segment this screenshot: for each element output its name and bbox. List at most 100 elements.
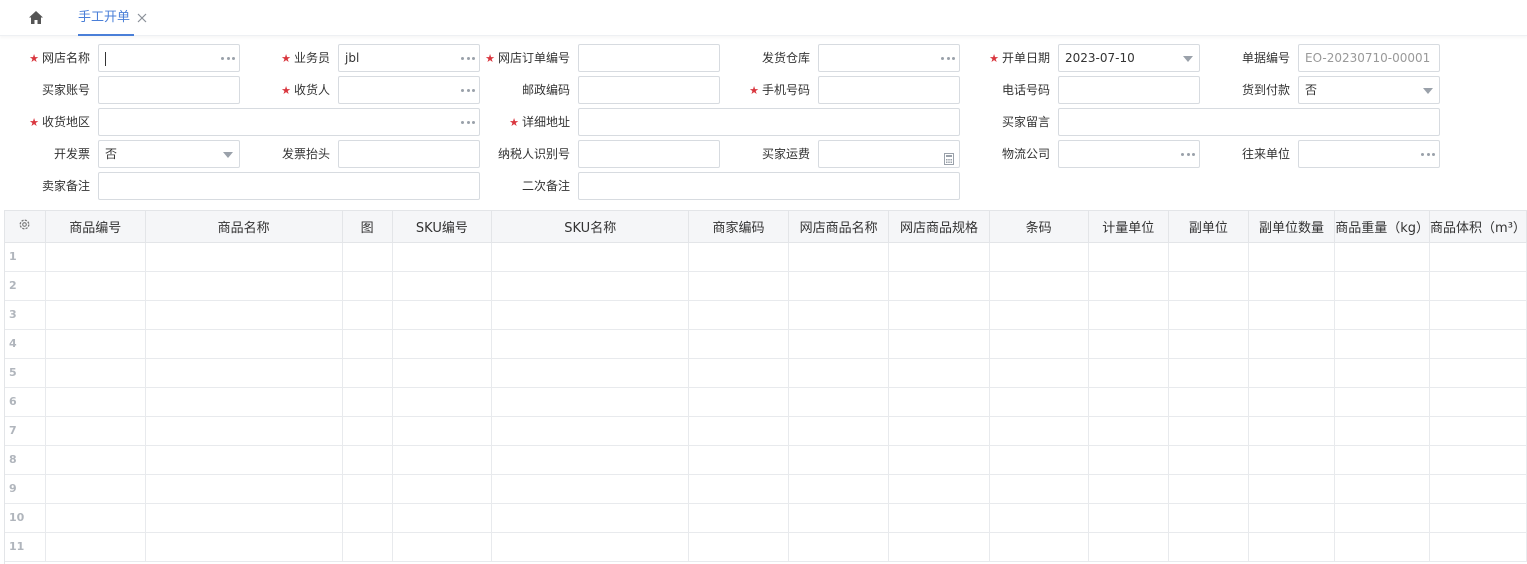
- table-cell[interactable]: [1429, 242, 1527, 272]
- table-cell[interactable]: [1248, 503, 1336, 533]
- table-cell[interactable]: [45, 445, 146, 475]
- table-cell[interactable]: [1168, 474, 1249, 504]
- table-cell[interactable]: [688, 416, 789, 446]
- column-header[interactable]: 商品体积（m³）: [1429, 211, 1527, 243]
- invoice-title-input[interactable]: [338, 140, 480, 168]
- table-cell[interactable]: [1248, 300, 1336, 330]
- table-cell[interactable]: [145, 445, 343, 475]
- table-cell[interactable]: [1168, 387, 1249, 417]
- column-header[interactable]: SKU名称: [491, 211, 690, 243]
- table-cell[interactable]: [888, 300, 990, 330]
- table-cell[interactable]: [342, 300, 393, 330]
- table-cell[interactable]: [145, 242, 343, 272]
- column-header[interactable]: 商品重量（kg）: [1334, 211, 1430, 243]
- column-header[interactable]: SKU编号: [392, 211, 493, 243]
- logistics-field[interactable]: [1058, 140, 1200, 168]
- table-cell[interactable]: [989, 445, 1089, 475]
- table-cell[interactable]: [45, 532, 146, 562]
- table-cell[interactable]: [688, 503, 789, 533]
- table-cell[interactable]: [888, 503, 990, 533]
- table-row[interactable]: 11: [5, 532, 1527, 562]
- column-header[interactable]: 副单位数量: [1248, 211, 1336, 243]
- calculator-icon[interactable]: [944, 148, 954, 165]
- table-cell[interactable]: [392, 358, 493, 388]
- table-cell[interactable]: [342, 242, 393, 272]
- table-cell[interactable]: [1248, 445, 1336, 475]
- cod-select[interactable]: 否: [1298, 76, 1440, 104]
- table-cell[interactable]: [45, 503, 146, 533]
- table-cell[interactable]: [45, 271, 146, 301]
- table-cell[interactable]: [1248, 358, 1336, 388]
- table-cell[interactable]: [989, 242, 1089, 272]
- table-cell[interactable]: [688, 445, 789, 475]
- table-cell[interactable]: [145, 358, 343, 388]
- table-cell[interactable]: [989, 503, 1089, 533]
- column-header[interactable]: 计量单位: [1088, 211, 1169, 243]
- table-cell[interactable]: [342, 387, 393, 417]
- column-header[interactable]: 网店商品规格: [888, 211, 990, 243]
- table-cell[interactable]: [1168, 445, 1249, 475]
- table-cell[interactable]: [392, 242, 493, 272]
- invoice-select[interactable]: 否: [98, 140, 240, 168]
- table-cell[interactable]: [1429, 358, 1527, 388]
- table-cell[interactable]: [1168, 242, 1249, 272]
- table-cell[interactable]: [392, 416, 493, 446]
- table-cell[interactable]: [45, 300, 146, 330]
- table-cell[interactable]: [688, 300, 789, 330]
- table-cell[interactable]: [1334, 503, 1430, 533]
- table-cell[interactable]: [888, 271, 990, 301]
- table-cell[interactable]: [989, 358, 1089, 388]
- salesperson-field[interactable]: jbl: [338, 44, 480, 72]
- table-cell[interactable]: [491, 329, 690, 359]
- table-cell[interactable]: [688, 242, 789, 272]
- column-header[interactable]: 商家编码: [688, 211, 789, 243]
- address-input[interactable]: [578, 108, 960, 136]
- table-cell[interactable]: [45, 416, 146, 446]
- chevron-down-icon[interactable]: [1423, 88, 1433, 94]
- table-cell[interactable]: [491, 242, 690, 272]
- gear-icon[interactable]: [5, 211, 46, 243]
- table-cell[interactable]: [45, 242, 146, 272]
- table-cell[interactable]: [1088, 358, 1169, 388]
- table-cell[interactable]: [1248, 329, 1336, 359]
- table-cell[interactable]: [1168, 329, 1249, 359]
- seller-note-input[interactable]: [98, 172, 480, 200]
- table-cell[interactable]: [491, 445, 690, 475]
- table-cell[interactable]: [1088, 445, 1169, 475]
- table-cell[interactable]: [888, 358, 990, 388]
- table-cell[interactable]: [392, 387, 493, 417]
- table-cell[interactable]: [392, 503, 493, 533]
- table-cell[interactable]: [45, 387, 146, 417]
- table-cell[interactable]: [888, 416, 990, 446]
- table-cell[interactable]: [45, 329, 146, 359]
- table-cell[interactable]: [688, 271, 789, 301]
- table-cell[interactable]: [392, 532, 493, 562]
- table-cell[interactable]: [1429, 387, 1527, 417]
- table-cell[interactable]: [1168, 416, 1249, 446]
- table-cell[interactable]: [145, 532, 343, 562]
- table-cell[interactable]: [1248, 532, 1336, 562]
- table-cell[interactable]: [491, 532, 690, 562]
- table-cell[interactable]: [1248, 387, 1336, 417]
- mobile-input[interactable]: [818, 76, 960, 104]
- table-cell[interactable]: [1429, 300, 1527, 330]
- table-row[interactable]: 3: [5, 300, 1527, 330]
- table-cell[interactable]: [1429, 271, 1527, 301]
- table-cell[interactable]: [788, 271, 890, 301]
- table-cell[interactable]: [788, 503, 890, 533]
- shop-order-no-input[interactable]: [578, 44, 720, 72]
- table-cell[interactable]: [392, 445, 493, 475]
- table-row[interactable]: 6: [5, 387, 1527, 417]
- table-row[interactable]: 1: [5, 242, 1527, 272]
- table-cell[interactable]: [1334, 445, 1430, 475]
- table-cell[interactable]: [989, 532, 1089, 562]
- chevron-down-icon[interactable]: [1183, 56, 1193, 62]
- table-cell[interactable]: [688, 532, 789, 562]
- buyer-freight-input[interactable]: [818, 140, 960, 168]
- column-header[interactable]: 副单位: [1168, 211, 1249, 243]
- table-cell[interactable]: [1088, 532, 1169, 562]
- table-cell[interactable]: [788, 242, 890, 272]
- second-note-input[interactable]: [578, 172, 960, 200]
- table-cell[interactable]: [788, 329, 890, 359]
- receiver-field[interactable]: [338, 76, 480, 104]
